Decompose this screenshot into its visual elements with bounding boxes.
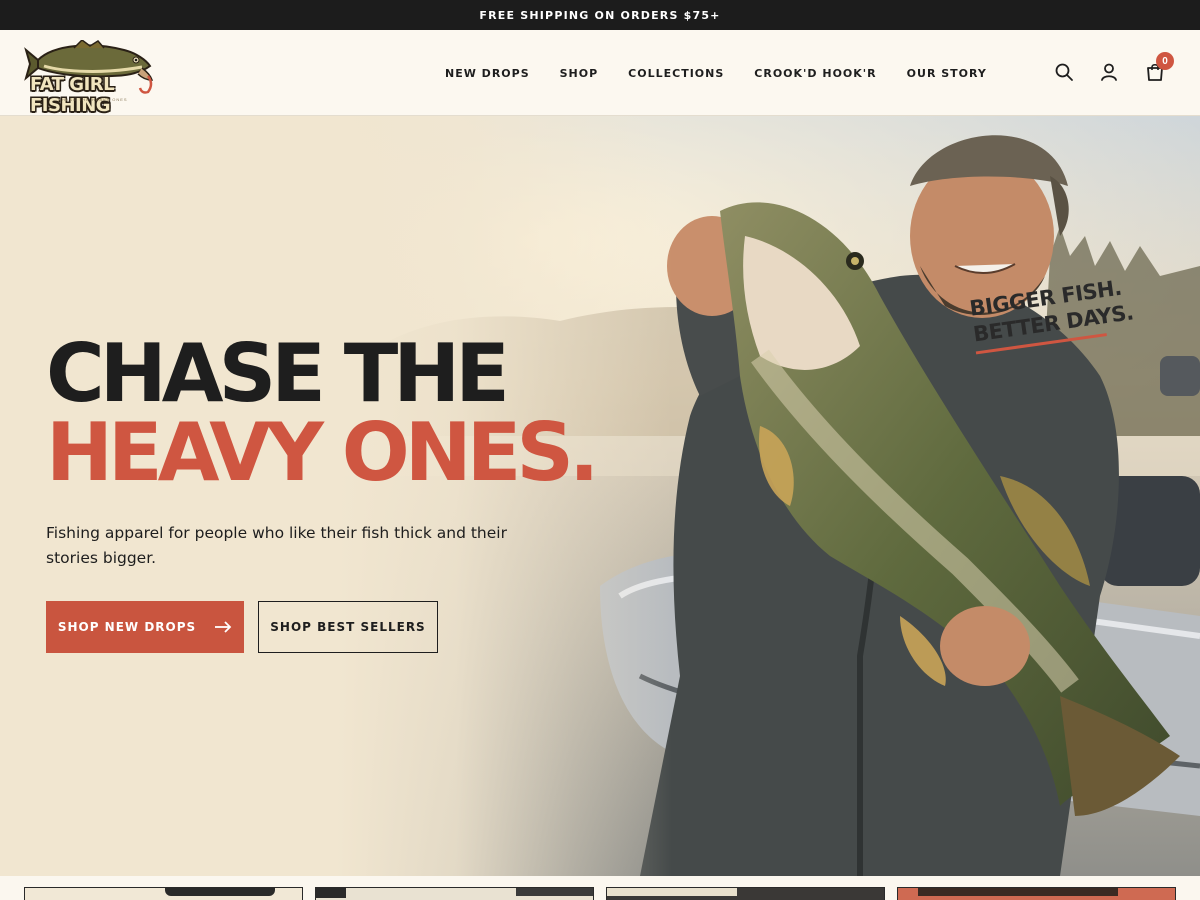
shop-new-drops-button[interactable]: SHOP NEW DROPS	[46, 601, 244, 653]
hero-headline-line-2: HEAVY ONES.	[46, 406, 599, 499]
logo-wordmark: FAT GIRL FISHING	[30, 74, 115, 116]
cart-count-badge: 0	[1156, 52, 1174, 70]
product-tile[interactable]	[606, 887, 885, 900]
product-tile-graphic	[918, 888, 1118, 896]
product-tile[interactable]	[24, 887, 303, 900]
nav-our-story[interactable]: OUR STORY	[907, 67, 987, 80]
search-icon	[1055, 63, 1073, 81]
account-button[interactable]	[1098, 61, 1120, 83]
hero-section: BIGGER FISH. BETTER DAYS. CHASE THE HEAV…	[0, 116, 1200, 876]
product-tile-graphic	[165, 888, 275, 896]
search-button[interactable]	[1053, 61, 1075, 83]
product-strip	[0, 876, 1200, 900]
main-nav: NEW DROPS SHOP COLLECTIONS CROOK'D HOOK'…	[445, 30, 987, 116]
product-tile[interactable]	[315, 887, 594, 900]
nav-collections[interactable]: COLLECTIONS	[628, 67, 724, 80]
shop-best-sellers-button[interactable]: SHOP BEST SELLERS	[258, 601, 438, 653]
product-tile-graphic	[316, 888, 346, 898]
announcement-text: FREE SHIPPING ON ORDERS $75+	[479, 8, 721, 22]
brand-logo[interactable]: FAT GIRL FISHING CHASE THE HEAVY ONES	[24, 39, 156, 116]
product-tile[interactable]	[897, 887, 1176, 900]
user-icon	[1101, 63, 1117, 81]
site-header: FAT GIRL FISHING CHASE THE HEAVY ONES NE…	[0, 30, 1200, 116]
product-tile-graphic	[516, 888, 593, 896]
nav-shop[interactable]: SHOP	[560, 67, 599, 80]
product-tile-graphic	[607, 888, 737, 896]
announcement-bar: FREE SHIPPING ON ORDERS $75+	[0, 0, 1200, 30]
nav-crookd-hookr[interactable]: CROOK'D HOOK'R	[754, 67, 876, 80]
shop-new-drops-label: SHOP NEW DROPS	[57, 620, 197, 634]
hero-subtitle: Fishing apparel for people who like thei…	[46, 524, 507, 567]
nav-new-drops[interactable]: NEW DROPS	[445, 67, 530, 80]
hero-headline-line-1: CHASE THE	[46, 327, 510, 420]
arrow-right-icon	[215, 621, 232, 633]
cart-button[interactable]: 0	[1144, 52, 1174, 83]
shop-best-sellers-label: SHOP BEST SELLERS	[270, 620, 426, 634]
logo-tagline: CHASE THE HEAVY ONES	[58, 97, 128, 102]
